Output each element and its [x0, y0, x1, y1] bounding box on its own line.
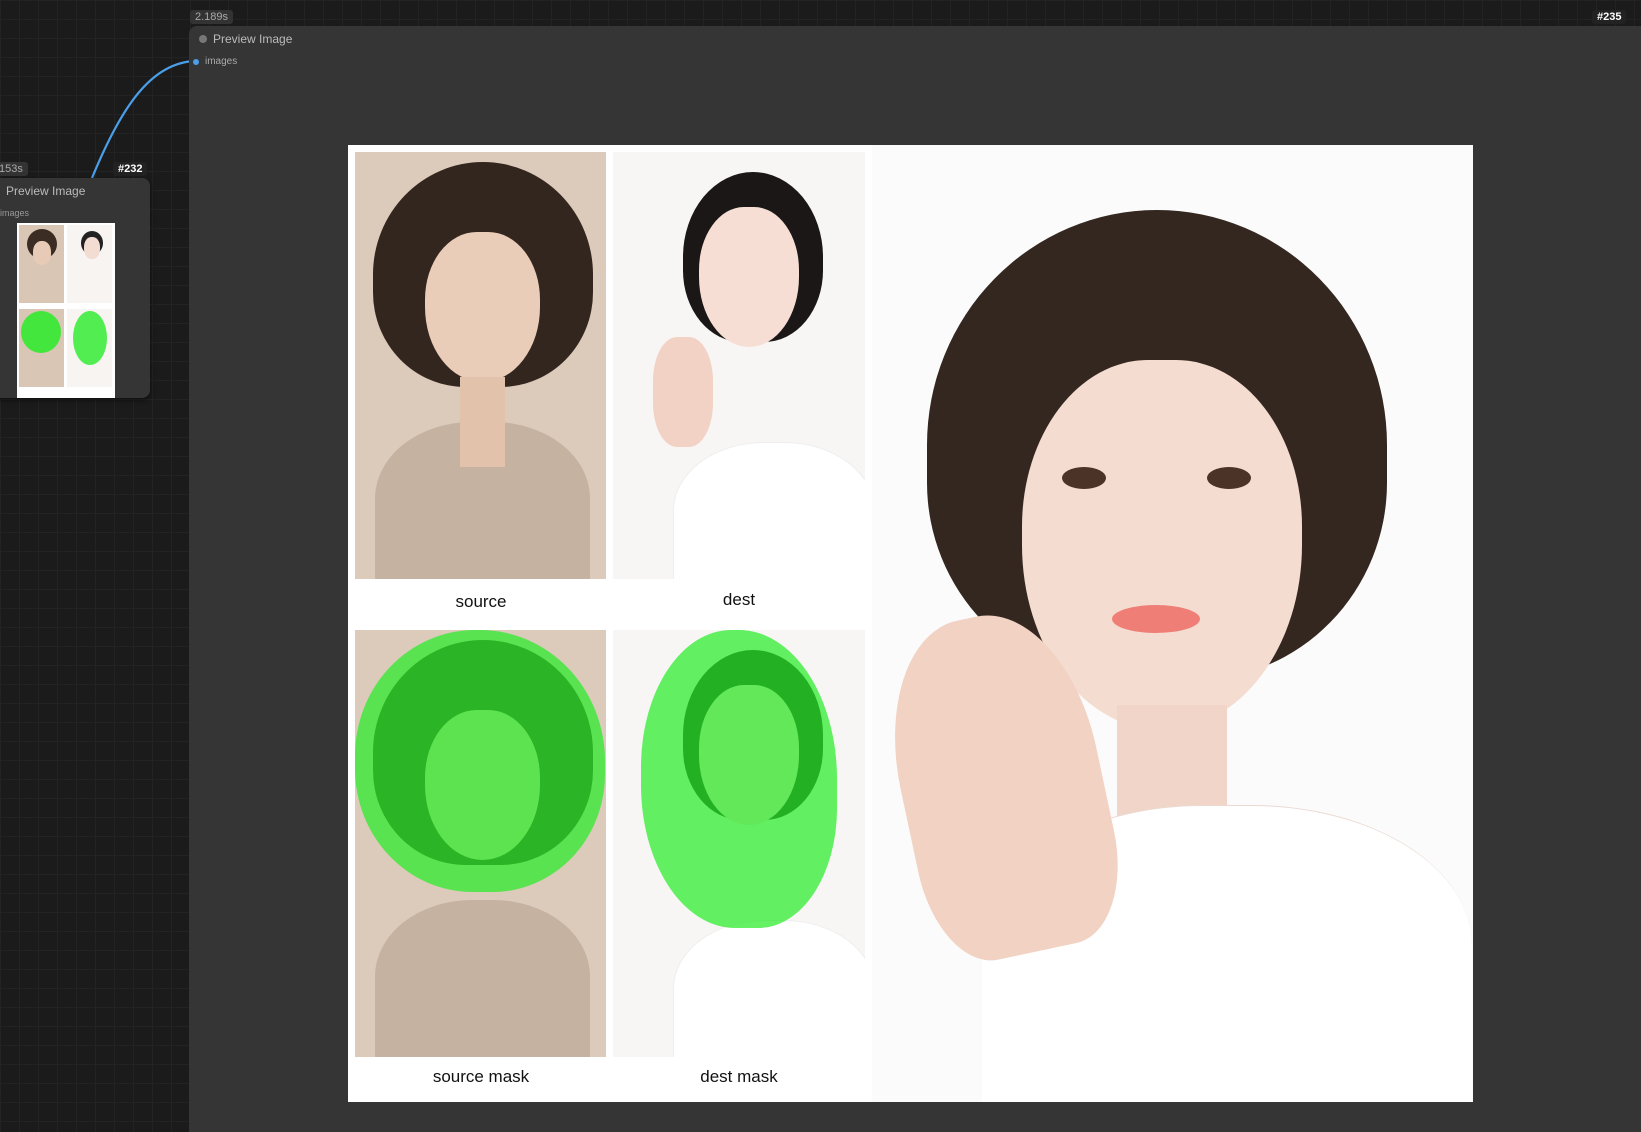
- preview-output-image[interactable]: source dest source mask dest mask: [348, 145, 1473, 1102]
- preview-image-node-232[interactable]: Preview Image images: [0, 178, 150, 398]
- thumb-source: [19, 225, 64, 303]
- dest-mask-overlay: [641, 630, 837, 928]
- caption-source: source: [455, 592, 507, 611]
- caption-dest: dest: [722, 590, 756, 609]
- node-id-badge: #232: [113, 162, 148, 176]
- caption-dest-mask: dest mask: [700, 1067, 778, 1086]
- node-title: Preview Image: [213, 32, 293, 46]
- source-mask-overlay: [355, 630, 605, 892]
- thumb-dest: [67, 225, 112, 303]
- node-header[interactable]: Preview Image: [189, 26, 1641, 52]
- input-slot-images[interactable]: images: [0, 208, 29, 218]
- node-timing-badge: 2.189s: [190, 10, 234, 24]
- thumb-source-mask: [19, 309, 64, 387]
- node-timing-badge: 153s: [0, 162, 28, 176]
- thumb-dest-mask: [67, 309, 112, 387]
- source-mask-image: [355, 630, 606, 1057]
- input-slot-images[interactable]: images: [205, 56, 237, 67]
- input-slot-dot[interactable]: [193, 59, 199, 65]
- node-status-dot: [199, 35, 207, 43]
- node-title: Preview Image: [6, 184, 86, 198]
- caption-source-mask: source mask: [432, 1067, 530, 1086]
- dest-mask-image: [613, 630, 865, 1057]
- node-id-badge: #235: [1592, 10, 1627, 24]
- preview-thumbnail[interactable]: [17, 223, 115, 398]
- source-image: [355, 152, 606, 579]
- dest-image: [613, 152, 865, 579]
- result-image: [872, 145, 1473, 1102]
